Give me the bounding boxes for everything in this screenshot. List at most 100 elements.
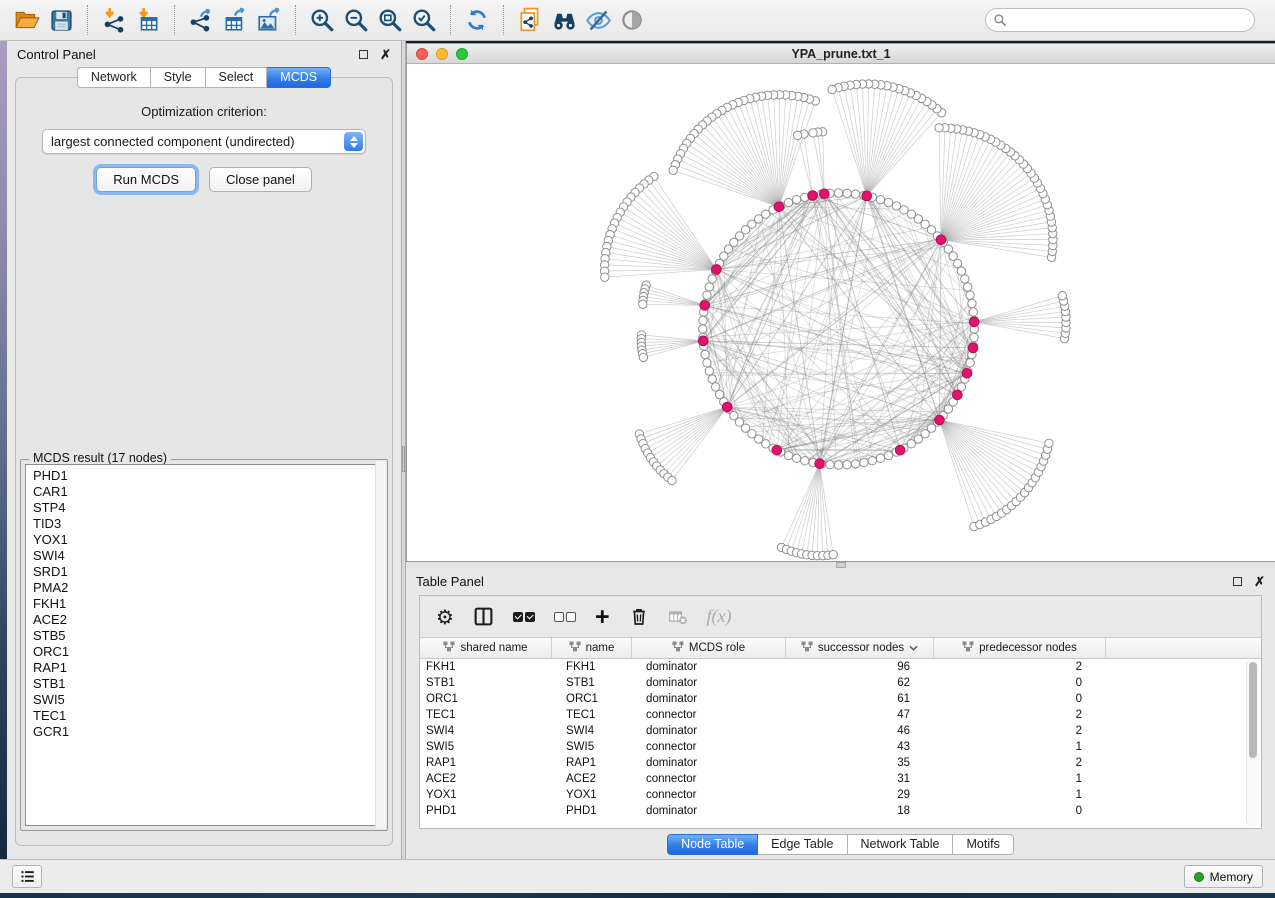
table-row[interactable]: SWI5SWI5connector431	[420, 739, 1261, 755]
close-panel-icon[interactable]: ✗	[380, 48, 391, 61]
network-window-titlebar[interactable]: YPA_prune.txt_1	[407, 44, 1275, 64]
scrollbar-thumb[interactable]	[1249, 662, 1257, 758]
zoom-out-icon[interactable]	[339, 4, 373, 36]
export-network-icon[interactable]	[184, 4, 218, 36]
splitter-grip[interactable]	[402, 446, 405, 472]
tab-motifs[interactable]: Motifs	[953, 834, 1013, 855]
memory-button[interactable]: Memory	[1184, 865, 1263, 888]
columns-icon[interactable]	[473, 606, 494, 627]
select-all-icon[interactable]	[513, 612, 535, 622]
horizontal-splitter[interactable]	[406, 562, 1275, 568]
cell-MCDS-role: dominator	[632, 661, 786, 673]
mcds-result-item[interactable]: RAP1	[33, 660, 382, 676]
column-header-MCDS-role[interactable]: MCDS role	[632, 638, 786, 658]
cell-predecessor-nodes: 2	[934, 661, 1106, 673]
refresh-icon[interactable]	[460, 4, 494, 36]
table-body: FKH1FKH1dominator962STB1STB1dominator620…	[420, 659, 1261, 828]
network-graph[interactable]	[407, 64, 1275, 561]
column-header-shared-name[interactable]: shared name	[420, 638, 552, 658]
save-icon[interactable]	[44, 4, 78, 36]
binoculars-icon[interactable]	[547, 4, 581, 36]
table-row[interactable]: ORC1ORC1dominator610	[420, 691, 1261, 707]
table-row[interactable]: STB1STB1dominator620	[420, 675, 1261, 691]
tab-edge-table[interactable]: Edge Table	[758, 834, 847, 855]
hide-selection-icon[interactable]	[581, 4, 615, 36]
table-scrollbar[interactable]	[1246, 660, 1259, 826]
mcds-result-item[interactable]: STB5	[33, 628, 382, 644]
mcds-result-item[interactable]: STP4	[33, 500, 382, 516]
cell-successor-nodes: 35	[786, 757, 934, 769]
tab-select[interactable]: Select	[206, 67, 268, 88]
delete-table-icon	[668, 607, 688, 627]
close-panel-icon[interactable]: ✗	[1254, 575, 1265, 588]
network-canvas[interactable]	[407, 64, 1275, 561]
table-toolbar: ⚙ + f(x)	[420, 596, 1261, 638]
show-all-icon[interactable]	[615, 4, 649, 36]
export-image-icon[interactable]	[252, 4, 286, 36]
mcds-result-item[interactable]: ACE2	[33, 612, 382, 628]
toolbar-separator	[174, 5, 175, 35]
column-header-successor-nodes[interactable]: successor nodes	[786, 638, 934, 658]
close-window-icon[interactable]	[416, 48, 428, 60]
run-mcds-button[interactable]: Run MCDS	[96, 167, 196, 192]
mcds-result-item[interactable]: PHD1	[33, 468, 382, 484]
import-table-icon[interactable]	[131, 4, 165, 36]
mcds-result-item[interactable]: SWI5	[33, 692, 382, 708]
mcds-result-item[interactable]: GCR1	[33, 724, 382, 740]
mcds-result-title: MCDS result (17 nodes)	[29, 451, 171, 465]
mcds-list-scrollbar[interactable]	[375, 461, 386, 829]
cell-MCDS-role: dominator	[632, 757, 786, 769]
table-row[interactable]: SWI4SWI4dominator462	[420, 723, 1261, 739]
export-table-icon[interactable]	[218, 4, 252, 36]
float-window-icon[interactable]	[1233, 577, 1242, 586]
column-header-predecessor-nodes[interactable]: predecessor nodes	[934, 638, 1106, 658]
tab-mcds[interactable]: MCDS	[267, 67, 331, 88]
table-row[interactable]: ACE2ACE2connector311	[420, 771, 1261, 787]
function-icon: f(x)	[707, 606, 732, 627]
mcds-result-item[interactable]: YOX1	[33, 532, 382, 548]
unselect-all-icon[interactable]	[554, 612, 576, 622]
toolbar-separator	[450, 5, 451, 35]
table-row[interactable]: TEC1TEC1connector472	[420, 707, 1261, 723]
float-window-icon[interactable]	[359, 50, 368, 59]
maximize-window-icon[interactable]	[456, 48, 468, 60]
table-row[interactable]: RAP1RAP1dominator352	[420, 755, 1261, 771]
vertical-splitter[interactable]	[401, 41, 406, 859]
close-panel-button[interactable]: Close panel	[209, 167, 312, 192]
column-header-name[interactable]: name	[552, 638, 632, 658]
zoom-fit-icon[interactable]	[373, 4, 407, 36]
tab-node-table[interactable]: Node Table	[667, 834, 758, 855]
splitter-grip[interactable]	[836, 562, 846, 568]
clone-network-icon[interactable]	[513, 4, 547, 36]
table-row[interactable]: YOX1YOX1connector291	[420, 787, 1261, 803]
criterion-select[interactable]: largest connected component (undirected)	[42, 129, 366, 154]
tab-network-table[interactable]: Network Table	[848, 834, 954, 855]
cell-shared-name: STB1	[420, 677, 552, 689]
column-label: shared name	[460, 642, 527, 654]
tab-style[interactable]: Style	[151, 67, 206, 88]
add-icon[interactable]: +	[595, 607, 610, 627]
mcds-result-item[interactable]: FKH1	[33, 596, 382, 612]
mcds-result-item[interactable]: PMA2	[33, 580, 382, 596]
search-input[interactable]	[985, 8, 1255, 32]
cell-name: RAP1	[552, 757, 632, 769]
mcds-result-item[interactable]: CAR1	[33, 484, 382, 500]
table-row[interactable]: PHD1PHD1dominator180	[420, 803, 1261, 819]
mcds-result-item[interactable]: TID3	[33, 516, 382, 532]
zoom-in-icon[interactable]	[305, 4, 339, 36]
gear-icon[interactable]: ⚙	[436, 607, 454, 627]
open-folder-icon[interactable]	[10, 4, 44, 36]
mcds-result-item[interactable]: SRD1	[33, 564, 382, 580]
mcds-result-list[interactable]: PHD1CAR1STP4TID3YOX1SWI4SRD1PMA2FKH1ACE2…	[25, 464, 383, 826]
mcds-result-item[interactable]: SWI4	[33, 548, 382, 564]
task-history-button[interactable]	[12, 865, 42, 888]
mcds-result-item[interactable]: ORC1	[33, 644, 382, 660]
zoom-selected-icon[interactable]	[407, 4, 441, 36]
mcds-result-item[interactable]: TEC1	[33, 708, 382, 724]
mcds-result-item[interactable]: STB1	[33, 676, 382, 692]
delete-icon[interactable]	[629, 606, 649, 627]
table-row[interactable]: FKH1FKH1dominator962	[420, 659, 1261, 675]
minimize-window-icon[interactable]	[436, 48, 448, 60]
tab-network[interactable]: Network	[77, 67, 151, 88]
import-network-icon[interactable]	[97, 4, 131, 36]
